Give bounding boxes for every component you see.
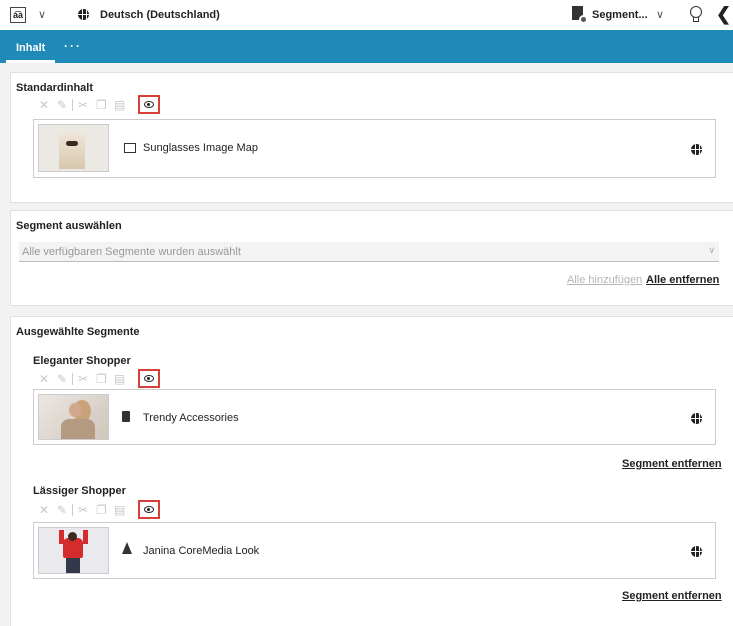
item-label: Janina CoreMedia Look bbox=[143, 545, 260, 557]
item-toolbar: ✕ ✎ ✂ ❐ ▤ bbox=[36, 500, 176, 519]
segment-select-panel: Segment auswählen Alle verfügbaren Segme… bbox=[10, 210, 733, 306]
segment-name: Lässiger Shopper bbox=[33, 485, 126, 497]
toolbar-separator bbox=[72, 504, 73, 516]
item-toolbar: ✕ ✎ ✂ ❐ ▤ bbox=[36, 369, 176, 388]
copy-icon[interactable]: ❐ bbox=[96, 502, 107, 518]
remove-segment-link[interactable]: Segment entfernen bbox=[622, 590, 722, 602]
segment-content-item[interactable]: Trendy Accessories bbox=[33, 389, 716, 445]
copy-icon[interactable]: ❐ bbox=[96, 97, 107, 113]
default-content-panel: Standardinhalt ✕ ✎ ✂ ❐ ▤ Sunglasses Imag… bbox=[10, 72, 733, 203]
item-thumbnail bbox=[38, 527, 109, 574]
item-thumbnail bbox=[38, 124, 109, 172]
item-toolbar: ✕ ✎ ✂ ❐ ▤ bbox=[36, 95, 176, 114]
segment-select-title: Segment auswählen bbox=[16, 220, 122, 232]
edit-icon[interactable]: ✎ bbox=[57, 371, 67, 387]
item-label: Sunglasses Image Map bbox=[143, 142, 258, 154]
selected-segments-title: Ausgewählte Segmente bbox=[16, 326, 140, 338]
segment-chevron-down-icon[interactable]: ∨ bbox=[656, 8, 664, 21]
segment-settings-icon[interactable] bbox=[572, 6, 588, 24]
tab-bar: Inhalt ··· bbox=[0, 30, 733, 63]
shopping-look-icon bbox=[122, 542, 132, 554]
edit-icon[interactable]: ✎ bbox=[57, 502, 67, 518]
image-map-icon bbox=[124, 143, 136, 153]
paste-icon[interactable]: ▤ bbox=[114, 97, 125, 113]
remove-all-link[interactable]: Alle entfernen bbox=[646, 274, 719, 286]
segment-selector[interactable]: Segment... bbox=[592, 9, 648, 21]
segment-dropdown-placeholder: Alle verfügbaren Segmente wurden auswähl… bbox=[22, 246, 241, 258]
cut-icon[interactable]: ✂ bbox=[78, 97, 88, 113]
lightbulb-icon[interactable] bbox=[690, 6, 702, 23]
remove-segment-link[interactable]: Segment entfernen bbox=[622, 458, 722, 470]
preview-button[interactable] bbox=[138, 500, 160, 519]
tab-inhalt[interactable]: Inhalt bbox=[6, 30, 56, 63]
content-item[interactable]: Sunglasses Image Map bbox=[33, 119, 716, 178]
language-chevron-down-icon[interactable]: ∨ bbox=[38, 8, 46, 21]
eye-icon bbox=[144, 375, 154, 382]
globe-icon bbox=[78, 9, 89, 20]
edit-icon[interactable]: ✎ bbox=[57, 97, 67, 113]
toolbar-separator bbox=[72, 373, 73, 385]
segment-name: Eleganter Shopper bbox=[33, 355, 131, 367]
locale-label[interactable]: Deutsch (Deutschland) bbox=[100, 9, 220, 21]
add-all-link[interactable]: Alle hinzufügen bbox=[567, 274, 642, 286]
globe-icon bbox=[691, 546, 702, 557]
top-toolbar: a͡a ∨ Deutsch (Deutschland) Segment... ∨… bbox=[0, 0, 733, 30]
collection-icon bbox=[122, 411, 130, 422]
default-content-title: Standardinhalt bbox=[16, 82, 94, 94]
globe-icon bbox=[691, 413, 702, 424]
left-gutter bbox=[0, 63, 10, 626]
selected-segments-panel: Ausgewählte Segmente Eleganter Shopper ✕… bbox=[10, 316, 733, 626]
cut-icon[interactable]: ✂ bbox=[78, 371, 88, 387]
eye-icon bbox=[144, 101, 154, 108]
item-label: Trendy Accessories bbox=[143, 412, 239, 424]
preview-button[interactable] bbox=[138, 95, 160, 114]
paste-icon[interactable]: ▤ bbox=[114, 502, 125, 518]
toolbar-separator bbox=[72, 99, 73, 111]
language-icon[interactable]: a͡a bbox=[10, 7, 26, 23]
segment-content-item[interactable]: Janina CoreMedia Look bbox=[33, 522, 716, 579]
remove-icon[interactable]: ✕ bbox=[39, 97, 49, 113]
collapse-arrow-icon[interactable]: ❮ bbox=[716, 4, 731, 25]
paste-icon[interactable]: ▤ bbox=[114, 371, 125, 387]
cut-icon[interactable]: ✂ bbox=[78, 502, 88, 518]
item-thumbnail bbox=[38, 394, 109, 440]
chevron-down-icon[interactable]: ∨ bbox=[708, 245, 715, 256]
segment-dropdown[interactable]: Alle verfügbaren Segmente wurden auswähl… bbox=[19, 242, 719, 262]
more-tabs-button[interactable]: ··· bbox=[64, 39, 82, 53]
eye-icon bbox=[144, 506, 154, 513]
remove-icon[interactable]: ✕ bbox=[39, 502, 49, 518]
copy-icon[interactable]: ❐ bbox=[96, 371, 107, 387]
preview-button[interactable] bbox=[138, 369, 160, 388]
globe-icon bbox=[691, 144, 702, 155]
remove-icon[interactable]: ✕ bbox=[39, 371, 49, 387]
